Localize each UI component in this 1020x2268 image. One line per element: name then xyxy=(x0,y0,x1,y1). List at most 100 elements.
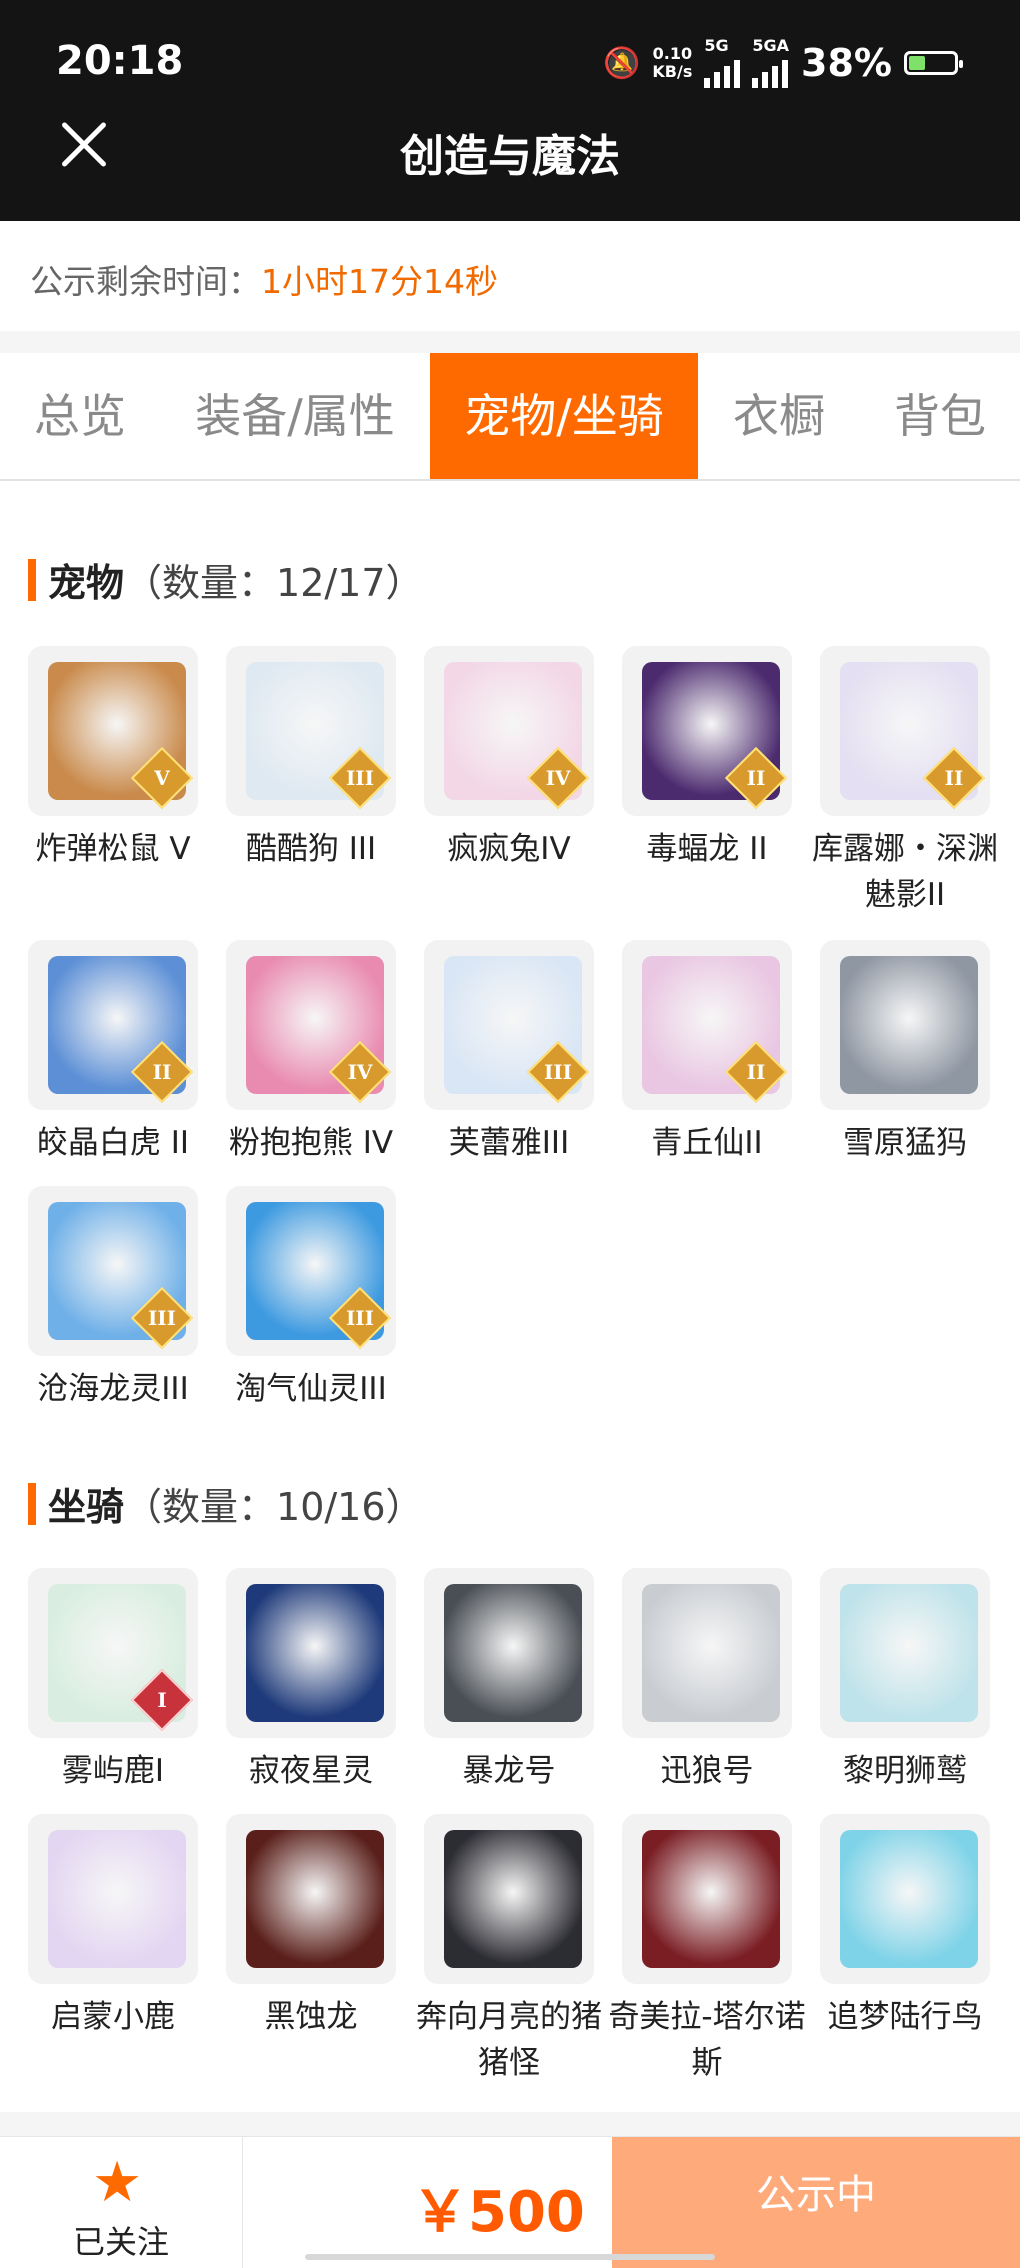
mount-thumbnail xyxy=(622,1814,792,1984)
mount-thumbnail xyxy=(820,1814,990,1984)
pet-name: 炸弹松鼠 V xyxy=(35,831,191,867)
mount-item[interactable]: 奔向月亮的猪猪怪 xyxy=(416,1814,602,2086)
signal-5g: 5G xyxy=(704,38,741,88)
rank-badge-label: II xyxy=(152,1060,172,1084)
rank-badge-label: III xyxy=(543,1060,573,1084)
mount-thumbnail xyxy=(424,1814,594,1984)
follow-button[interactable]: ★ 已关注 xyxy=(0,2137,243,2268)
signal-5ga: 5GA xyxy=(752,38,789,88)
bottom-bar: ★ 已关注 ￥500 公示中 xyxy=(0,2136,1020,2268)
character-image xyxy=(642,1830,780,1968)
pet-item[interactable]: III 沧海龙灵III xyxy=(28,1186,198,1412)
signal-bars-icon xyxy=(752,54,789,88)
pet-thumbnail: IV xyxy=(424,646,594,816)
rank-badge-label: III xyxy=(147,1306,177,1330)
pet-name: 芙蕾雅III xyxy=(448,1125,570,1161)
tab-wardrobe[interactable]: 衣橱 xyxy=(698,353,860,479)
pet-name: 毒蝠龙 II xyxy=(646,831,768,867)
mount-item[interactable]: 黑蚀龙 xyxy=(226,1814,396,2040)
character-image xyxy=(642,1584,780,1722)
pet-item[interactable]: II 皎晶白虎 II xyxy=(28,940,198,1166)
mount-thumbnail xyxy=(226,1568,396,1738)
pet-item[interactable]: III 酷酷狗 III xyxy=(226,646,396,872)
signal-bars-icon xyxy=(704,54,741,88)
price: ￥500 xyxy=(412,2180,585,2245)
pet-name: 酷酷狗 III xyxy=(245,831,377,867)
pet-item[interactable]: IV 疯疯兔IV xyxy=(424,646,594,872)
mount-name: 黎明狮鹫 xyxy=(843,1753,967,1789)
pet-name: 库露娜・深渊魅影II xyxy=(812,831,998,913)
divider xyxy=(0,2112,1020,2136)
pet-name: 淘气仙灵III xyxy=(235,1371,387,1407)
pet-item[interactable]: III 芙蕾雅III xyxy=(424,940,594,1166)
pet-thumbnail: II xyxy=(28,940,198,1110)
home-indicator xyxy=(305,2254,715,2260)
character-image xyxy=(246,1830,384,1968)
character-image xyxy=(444,1584,582,1722)
rank-badge-label: V xyxy=(154,766,170,790)
pet-thumbnail: II xyxy=(622,646,792,816)
mount-item[interactable]: 启蒙小鹿 xyxy=(28,1814,198,2040)
mount-name: 奔向月亮的猪猪怪 xyxy=(416,1999,602,2081)
tab-bar: 总览 装备/属性 宠物/坐骑 衣橱 背包 xyxy=(0,353,1020,481)
mount-item[interactable]: 黎明狮鹫 xyxy=(820,1568,990,1794)
tab-overview[interactable]: 总览 xyxy=(0,353,160,479)
page-title: 创造与魔法 xyxy=(400,131,620,182)
mount-item[interactable]: I 雾屿鹿I xyxy=(28,1568,198,1794)
mounts-section-title: 坐骑 （数量：10/16） xyxy=(28,1476,424,1531)
pet-thumbnail: IV xyxy=(226,940,396,1110)
mount-name: 迅狼号 xyxy=(660,1753,754,1789)
mount-thumbnail xyxy=(820,1568,990,1738)
pet-thumbnail: II xyxy=(820,646,990,816)
section-accent xyxy=(28,1482,36,1525)
rank-badge-label: III xyxy=(345,1306,375,1330)
mount-name: 奇美拉-塔尔诺斯 xyxy=(608,1999,806,2081)
rank-badge-label: I xyxy=(157,1688,167,1712)
mount-item[interactable]: 追梦陆行鸟 xyxy=(820,1814,990,2040)
pet-item[interactable]: III 淘气仙灵III xyxy=(226,1186,396,1412)
pet-item[interactable]: IV 粉抱抱熊 IV xyxy=(226,940,396,1166)
mount-thumbnail: I xyxy=(28,1568,198,1738)
pet-name: 皎晶白虎 II xyxy=(36,1125,190,1161)
tab-equipment[interactable]: 装备/属性 xyxy=(160,353,430,479)
pet-name: 疯疯兔IV xyxy=(447,831,571,867)
mount-name: 寂夜星灵 xyxy=(249,1753,373,1789)
pet-item[interactable]: V 炸弹松鼠 V xyxy=(28,646,198,872)
public-status-button[interactable]: 公示中 xyxy=(612,2137,1020,2268)
follow-label: 已关注 xyxy=(72,2223,169,2261)
mount-item[interactable]: 奇美拉-塔尔诺斯 xyxy=(608,1814,806,2086)
rank-badge-label: IV xyxy=(347,1060,373,1084)
rank-badge-label: IV xyxy=(545,766,571,790)
mount-name: 启蒙小鹿 xyxy=(51,1999,175,2035)
section-accent xyxy=(28,558,36,601)
character-image xyxy=(840,956,978,1094)
battery-percent: 38% xyxy=(801,41,892,85)
pet-item[interactable]: 雪原猛犸 xyxy=(820,940,990,1166)
mount-item[interactable]: 暴龙号 xyxy=(424,1568,594,1794)
mounts-title: 坐骑 xyxy=(48,1485,125,1529)
tab-pets-mounts[interactable]: 宠物/坐骑 xyxy=(430,353,698,479)
net-speed: 0.10 KB/s xyxy=(652,45,692,81)
pets-section-title: 宠物 （数量：12/17） xyxy=(28,552,424,607)
countdown-value: 1小时17分14秒 xyxy=(261,262,498,301)
pet-thumbnail xyxy=(820,940,990,1110)
character-image xyxy=(840,1830,978,1968)
rank-badge-label: II xyxy=(746,766,766,790)
mute-icon: 🔕 xyxy=(603,45,641,81)
tab-backpack[interactable]: 背包 xyxy=(860,353,1020,479)
pet-item[interactable]: II 库露娜・深渊魅影II xyxy=(812,646,998,918)
character-image xyxy=(246,1584,384,1722)
character-image xyxy=(840,1584,978,1722)
countdown-label: 公示剩余时间：1小时17分14秒 xyxy=(30,255,498,303)
mount-item[interactable]: 迅狼号 xyxy=(622,1568,792,1794)
pet-name: 青丘仙II xyxy=(651,1125,763,1161)
mount-thumbnail xyxy=(424,1568,594,1738)
pet-item[interactable]: II 毒蝠龙 II xyxy=(622,646,792,872)
mount-thumbnail xyxy=(622,1568,792,1738)
pet-thumbnail: III xyxy=(226,646,396,816)
mount-name: 黑蚀龙 xyxy=(264,1999,358,2035)
net-speed-value: 0.10 xyxy=(652,44,693,63)
mount-item[interactable]: 寂夜星灵 xyxy=(226,1568,396,1794)
pet-thumbnail: V xyxy=(28,646,198,816)
pet-item[interactable]: II 青丘仙II xyxy=(622,940,792,1166)
